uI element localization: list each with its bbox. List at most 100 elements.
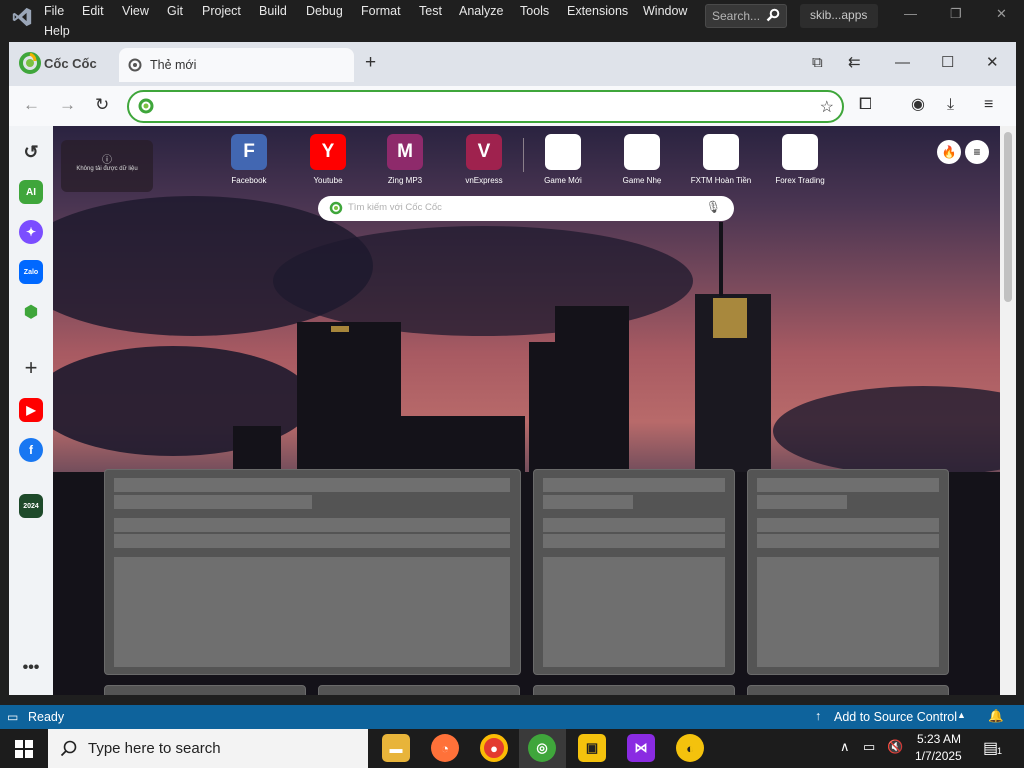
speed-dial-label: Facebook: [231, 176, 267, 185]
page-scrollbar[interactable]: [1000, 126, 1016, 695]
tray-chevron-icon[interactable]: ∧: [840, 739, 850, 755]
new-tab-button[interactable]: +: [365, 53, 376, 73]
menu-window[interactable]: Window: [643, 4, 687, 18]
zalo-icon[interactable]: Zalo: [19, 260, 43, 284]
add-to-source-control[interactable]: Add to Source Control: [834, 710, 957, 724]
news-card-skeleton[interactable]: [747, 469, 949, 675]
menu-icon[interactable]: ≡: [984, 96, 993, 114]
tab-search-icon[interactable]: ⧉: [812, 54, 823, 72]
download-icon[interactable]: ⤓: [947, 96, 954, 114]
news-card-skeleton[interactable]: [104, 685, 306, 695]
browser-close-button[interactable]: ✕: [986, 54, 999, 72]
bookmark-star-icon[interactable]: ☆: [820, 97, 834, 117]
skeleton-line: [543, 534, 725, 548]
menu-edit[interactable]: Edit: [82, 4, 104, 18]
vs-close-button[interactable]: ✕: [996, 6, 1007, 22]
facebook-icon[interactable]: f: [19, 438, 43, 462]
speed-dial-facebook[interactable]: F Facebook: [214, 134, 284, 185]
speed-dial-game-moi[interactable]: Game Mới: [528, 134, 598, 185]
speed-dial-fxtm[interactable]: FXTM Hoàn Tiền: [686, 134, 756, 185]
back-icon[interactable]: ←: [23, 95, 40, 115]
vs-search-box[interactable]: Search...: [705, 4, 787, 28]
menu-help[interactable]: Help: [44, 24, 70, 38]
firefox-icon[interactable]: ◔: [431, 734, 459, 762]
browser-maximize-button[interactable]: ☐: [941, 54, 954, 72]
network-icon[interactable]: ▭: [863, 739, 875, 755]
vs-minimize-button[interactable]: —: [904, 6, 917, 21]
microphone-icon[interactable]: 🎙: [706, 200, 721, 214]
add-icon[interactable]: +: [19, 355, 43, 380]
coccoc-omnibox-icon: [138, 98, 154, 114]
tab-title: Thẻ mới: [150, 58, 197, 72]
coccoc-2024-icon[interactable]: 2024: [19, 494, 43, 518]
speed-dial-zing-mp3[interactable]: M Zing MP3: [370, 134, 440, 185]
profile-icon[interactable]: ◉: [911, 96, 925, 114]
news-card-skeleton[interactable]: [747, 685, 949, 695]
speed-dial-label: FXTM Hoàn Tiền: [690, 176, 752, 185]
action-center-icon[interactable]: ▤: [983, 738, 998, 758]
menu-file[interactable]: File: [44, 4, 64, 18]
scrollbar-thumb[interactable]: [1004, 132, 1012, 302]
skeleton-line: [757, 478, 939, 492]
settings-list-icon[interactable]: ≡: [965, 140, 989, 164]
reload-icon[interactable]: ↻: [95, 95, 109, 115]
clock-date[interactable]: 1/7/2025: [915, 749, 962, 763]
more-icon[interactable]: •••: [19, 656, 43, 680]
address-bar[interactable]: ☆: [127, 90, 844, 123]
volume-muted-icon[interactable]: 🔇: [887, 739, 903, 755]
menu-format[interactable]: Format: [361, 4, 401, 18]
coccoc-logo-icon: [19, 52, 41, 74]
ntp-search-input[interactable]: Tìm kiếm với Cốc Cốc 🎙: [318, 196, 734, 221]
app-icon[interactable]: ▣: [578, 734, 606, 762]
file-explorer-icon[interactable]: ▬: [382, 734, 410, 762]
tab-new-tab[interactable]: Thẻ mới: [119, 48, 354, 82]
coccoc-icon[interactable]: ◎: [528, 734, 556, 762]
clock-time[interactable]: 5:23 AM: [917, 732, 961, 746]
weather-widget[interactable]: ⓘ Không tải được dữ liệu: [61, 140, 153, 192]
chevron-up-icon[interactable]: ▲: [957, 710, 966, 720]
fire-icon[interactable]: 🔥: [937, 140, 961, 164]
visual-studio-icon[interactable]: ⋈: [627, 734, 655, 762]
news-card-skeleton[interactable]: [318, 685, 520, 695]
tab-list-icon[interactable]: ⇇: [848, 54, 861, 72]
chrome-icon[interactable]: ●: [480, 734, 508, 762]
menu-git[interactable]: Git: [167, 4, 183, 18]
speed-dial-tile: [545, 134, 581, 170]
extensions-icon[interactable]: ⧠: [859, 96, 872, 114]
app2-icon[interactable]: ◐: [676, 734, 704, 762]
skeleton-image: [543, 557, 725, 667]
coccoc-logo: Cốc Cốc: [19, 52, 97, 74]
menu-debug[interactable]: Debug: [306, 4, 343, 18]
menu-analyze[interactable]: Analyze: [459, 4, 503, 18]
visual-studio-logo-icon: [12, 7, 32, 27]
menu-test[interactable]: Test: [419, 4, 442, 18]
news-card-skeleton[interactable]: [533, 469, 735, 675]
menu-project[interactable]: Project: [202, 4, 241, 18]
game-icon[interactable]: ⬢: [19, 300, 43, 324]
news-card-skeleton[interactable]: [533, 685, 735, 695]
news-card-skeleton[interactable]: [104, 469, 521, 675]
ai-icon[interactable]: AI: [19, 180, 43, 204]
taskbar-search[interactable]: Type here to search: [48, 729, 368, 768]
menu-build[interactable]: Build: [259, 4, 287, 18]
speed-dial-vnexpress[interactable]: VvnExpress: [449, 134, 519, 185]
vs-restore-button[interactable]: ❐: [950, 6, 962, 22]
messenger-icon[interactable]: ✦: [19, 220, 43, 244]
menu-view[interactable]: View: [122, 4, 149, 18]
browser-minimize-button[interactable]: —: [895, 54, 910, 72]
speed-dial-youtube[interactable]: Y Youtube: [293, 134, 363, 185]
forward-icon[interactable]: →: [59, 95, 76, 115]
skeleton-line: [114, 518, 510, 532]
menu-tools[interactable]: Tools: [520, 4, 549, 18]
source-control-arrow-icon[interactable]: ↑: [815, 709, 821, 723]
youtube-icon[interactable]: ▶: [19, 398, 43, 422]
taskbar-search-placeholder: Type here to search: [88, 740, 221, 757]
speed-dial-game-nhe[interactable]: Game Nhẹ: [607, 134, 677, 185]
speed-dial-forex-trading[interactable]: Forex Trading: [765, 134, 835, 185]
windows-start-icon[interactable]: [15, 740, 33, 758]
history-icon[interactable]: ↺: [19, 140, 43, 164]
notification-bell-icon[interactable]: 🔔: [988, 709, 1004, 724]
menu-extensions[interactable]: Extensions: [567, 4, 628, 18]
vs-status-bar: ▭ Ready ↑ Add to Source Control ▲ 🔔: [0, 705, 1024, 729]
solution-name[interactable]: skib...apps: [800, 4, 878, 28]
